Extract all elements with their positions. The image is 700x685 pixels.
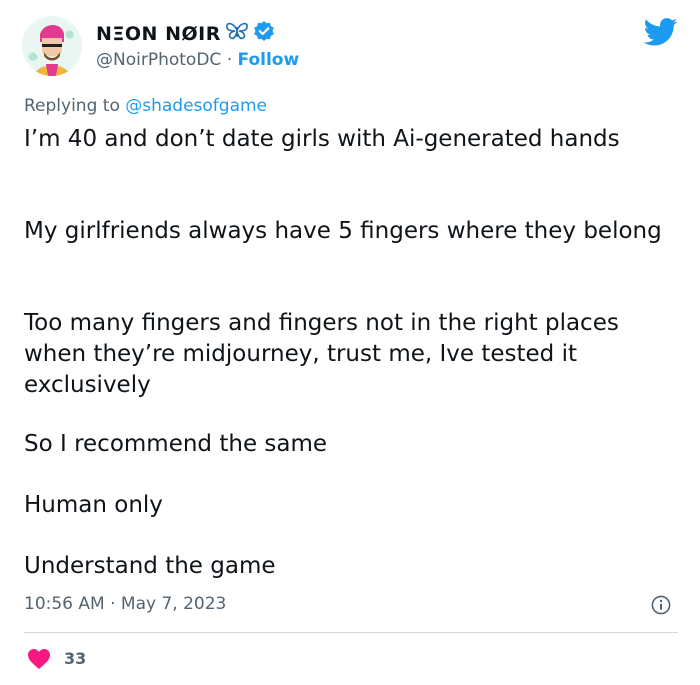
tweet-card: NΞON NØIR @NoirPhotoDC · Follow Replying… xyxy=(0,0,700,685)
tweet-paragraph: I’m 40 and don’t date girls with Ai-gene… xyxy=(24,126,620,152)
separator-dot: · xyxy=(226,50,233,70)
author-name-text: NΞON NØIR xyxy=(96,22,221,45)
divider xyxy=(24,632,678,633)
separator-dot: · xyxy=(110,594,116,614)
heart-icon[interactable] xyxy=(27,648,51,670)
tweet-paragraph: My girlfriends always have 5 fingers whe… xyxy=(24,218,662,244)
tweet-date: May 7, 2023 xyxy=(120,594,227,614)
like-count[interactable]: 33 xyxy=(64,649,86,668)
avatar[interactable] xyxy=(22,16,82,76)
tweet-timestamp[interactable]: 10:56 AM · May 7, 2023 xyxy=(24,594,226,614)
butterfly-emoji-icon xyxy=(225,21,249,46)
twitter-bird-icon[interactable] xyxy=(643,18,678,46)
replying-to: Replying to @shadesofgame xyxy=(24,96,267,116)
tweet-time: 10:56 AM xyxy=(24,594,105,614)
author-display-name[interactable]: NΞON NØIR xyxy=(96,20,275,47)
tweet-paragraph: Understand the game xyxy=(24,553,276,579)
tweet-paragraph: Too many fingers and fingers not in the … xyxy=(24,310,619,398)
verified-badge-icon xyxy=(253,20,275,47)
reply-mention-link[interactable]: @shadesofgame xyxy=(125,96,267,116)
tweet-paragraph: Human only xyxy=(24,492,163,518)
follow-button[interactable]: Follow xyxy=(238,50,300,70)
tweet-paragraph: So I recommend the same xyxy=(24,431,328,457)
author-handle-row: @NoirPhotoDC · Follow xyxy=(96,50,299,70)
author-handle[interactable]: @NoirPhotoDC xyxy=(96,50,221,70)
info-icon[interactable] xyxy=(651,595,671,615)
replying-to-prefix: Replying to xyxy=(24,96,120,116)
